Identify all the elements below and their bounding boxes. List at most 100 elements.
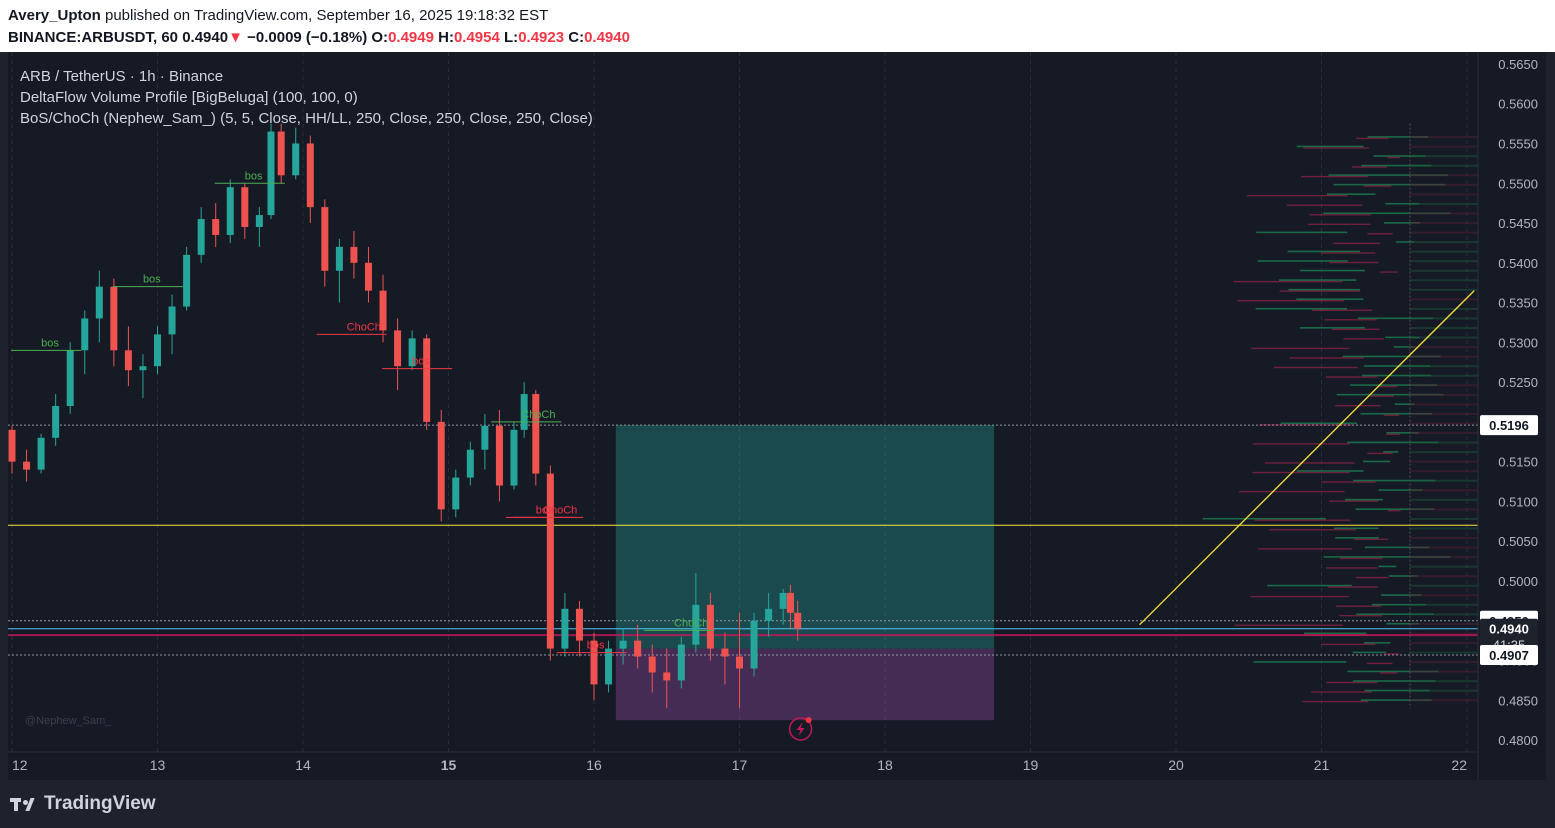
profile-delta-bar — [1410, 174, 1478, 177]
candle-body — [546, 473, 554, 649]
profile-bar-green — [1326, 193, 1376, 195]
candle-body — [648, 656, 656, 673]
profile-delta-bar — [1410, 269, 1478, 272]
candle — [423, 334, 431, 430]
candle — [52, 394, 60, 446]
profile-bar-red — [1326, 567, 1378, 569]
long-position-target-zone — [615, 425, 995, 649]
profile-bar-green — [1296, 470, 1364, 472]
candle-body — [532, 394, 540, 474]
profile-delta-bar — [1410, 613, 1478, 616]
candle-body — [292, 143, 300, 176]
profile-bar-red — [1327, 586, 1378, 588]
profile-bar-red — [1233, 280, 1343, 283]
profile-bar-green — [1299, 269, 1365, 272]
profile-delta-bar — [1410, 288, 1478, 291]
candle-body — [8, 429, 16, 462]
candle-body — [350, 246, 358, 263]
candle — [350, 230, 358, 279]
profile-bar-red — [1340, 557, 1383, 560]
profile-bar-red — [1329, 261, 1379, 264]
legend-symbol[interactable]: ARB / TetherUS · 1h · Binance — [20, 68, 223, 85]
candle-body — [23, 461, 31, 470]
price-tick-label: 0.4800 — [1498, 733, 1538, 748]
profile-bar-red — [1321, 481, 1376, 483]
profile-delta-bar — [1410, 556, 1478, 559]
profile-bar-red — [1238, 490, 1345, 493]
profile-delta-bar — [1410, 346, 1478, 349]
profile-bar-red — [1252, 471, 1350, 474]
candle-body — [241, 187, 249, 227]
price-tick-label: 0.5650 — [1498, 57, 1538, 72]
profile-delta-bar — [1410, 661, 1478, 664]
low-value: 0.4923 — [518, 29, 565, 46]
profile-delta-bar — [1410, 508, 1478, 511]
candle — [394, 318, 402, 391]
candle — [605, 640, 613, 693]
time-tick-label: 15 — [441, 757, 457, 773]
profile-delta-bar — [1410, 546, 1478, 549]
profile-bar-green — [1363, 642, 1391, 644]
profile-bar-red — [1388, 509, 1401, 512]
time-tick-label: 12 — [12, 757, 28, 773]
time-tick-label: 14 — [295, 757, 311, 773]
profile-bar-red — [1351, 166, 1387, 168]
structure-label: bos — [41, 337, 59, 349]
candle-body — [110, 286, 118, 351]
structure-label: ChoCh — [543, 504, 577, 516]
time-tick-label: 13 — [150, 757, 166, 773]
chart-area[interactable]: bos bos bos ChoCh bos ChoCh bos ChoCh bos ChoCh 0.… — [8, 52, 1546, 780]
candle — [321, 199, 329, 287]
candle — [110, 278, 118, 367]
author-name[interactable]: Avery_Upton — [8, 7, 101, 24]
profile-bar-red — [1367, 452, 1393, 455]
price-tick-label: 0.5350 — [1498, 296, 1538, 311]
candle-body — [226, 187, 234, 235]
candle-body — [721, 648, 729, 657]
candle — [241, 183, 249, 239]
time-tick-label: 22 — [1451, 757, 1467, 773]
profile-delta-bar — [1410, 307, 1478, 310]
profile-delta-bar — [1410, 279, 1478, 282]
profile-bar-red — [1326, 681, 1378, 684]
price-badge-text: 0.5196 — [1489, 418, 1529, 433]
profile-delta-bar — [1410, 327, 1478, 330]
tradingview-logo[interactable]: TradingView — [10, 793, 156, 815]
profile-bar-red — [1234, 624, 1343, 626]
profile-bar-green — [1352, 651, 1386, 654]
profile-delta-bar — [1410, 384, 1478, 387]
candle — [154, 326, 161, 375]
candle-body — [139, 366, 147, 371]
candle-body — [183, 254, 191, 307]
candle-body — [37, 437, 45, 470]
candle — [37, 433, 45, 474]
profile-bar-green — [1280, 422, 1358, 425]
profile-bar-green — [1296, 298, 1364, 300]
profile-bar-red — [1331, 328, 1380, 331]
price-tick-label: 0.4850 — [1498, 693, 1538, 708]
profile-bar-red — [1279, 290, 1360, 292]
profile-delta-bar — [1410, 336, 1478, 339]
profile-bar-red — [1307, 223, 1371, 226]
legend-indicator-bos-choch[interactable]: BoS/ChoCh (Nephew_Sam_) (5, 5, Close, HH… — [20, 110, 593, 127]
profile-delta-bar — [1410, 298, 1478, 301]
profile-delta-bar — [1410, 374, 1478, 377]
profile-delta-bar — [1410, 451, 1478, 454]
profile-delta-bar — [1410, 231, 1478, 234]
price-chart[interactable]: bosbosbosChoChbosChoChbosChoChbosChoCh0.… — [8, 52, 1546, 780]
price-tick-label: 0.5450 — [1498, 216, 1538, 231]
candle — [277, 123, 285, 184]
legend-indicator-volume-profile[interactable]: DeltaFlow Volume Profile [BigBeluga] (10… — [20, 89, 358, 106]
candle-body — [765, 608, 773, 621]
candle-body — [394, 330, 402, 367]
profile-bar-red — [1310, 691, 1372, 693]
profile-bar-red — [1324, 319, 1377, 321]
candle — [546, 465, 554, 661]
open-label: O: — [371, 29, 389, 46]
profile-bar-red — [1301, 175, 1368, 178]
candle — [124, 326, 132, 387]
candle — [183, 246, 191, 311]
profile-delta-bar — [1410, 412, 1478, 415]
candle — [168, 294, 176, 355]
lightning-icon — [788, 717, 813, 741]
